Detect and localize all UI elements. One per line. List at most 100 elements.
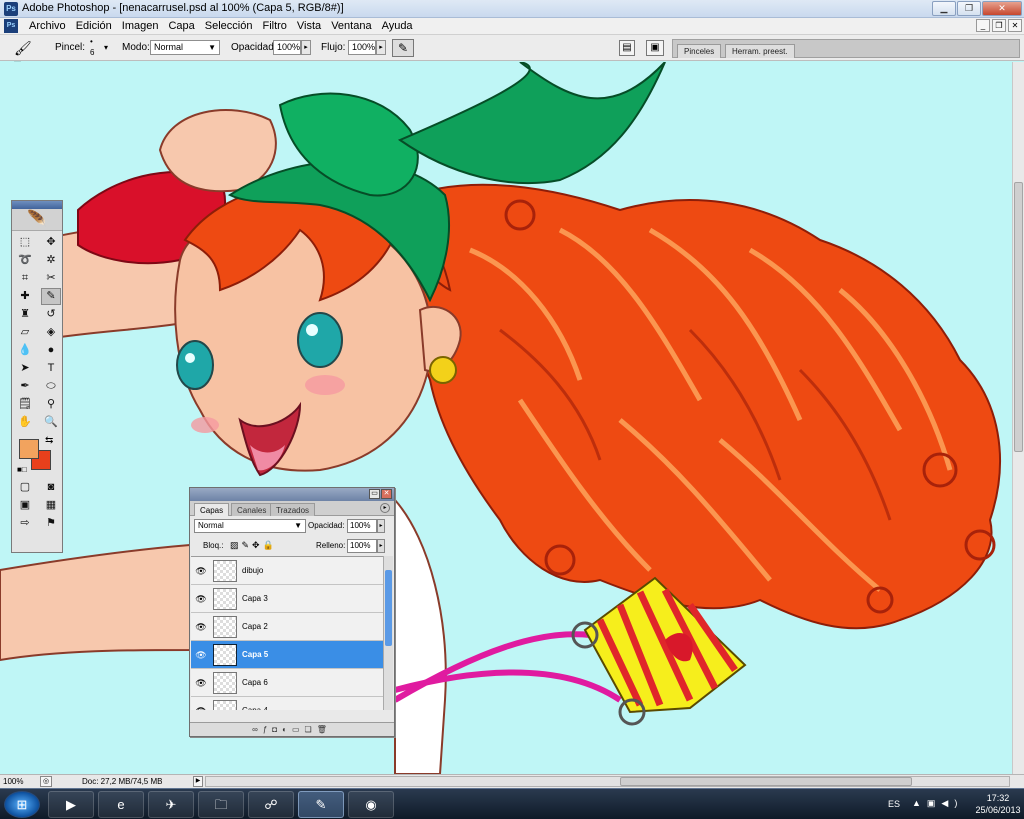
language-indicator[interactable]: ES — [888, 799, 900, 809]
menu-vista[interactable]: Vista — [292, 19, 326, 33]
opacity-field[interactable]: 100% — [273, 40, 301, 55]
layer-list-scroll-thumb[interactable] — [385, 570, 392, 646]
swap-colors-icon[interactable]: ⇆ — [45, 435, 53, 446]
tab-herram-preest[interactable]: Herram. preest. — [725, 44, 795, 58]
panel-menu-icon[interactable]: ▸ — [380, 503, 390, 513]
brush-tool-icon[interactable]: ✎ — [41, 288, 61, 305]
horizontal-scrollbar[interactable] — [205, 776, 1010, 787]
vertical-scrollbar[interactable] — [1012, 62, 1024, 774]
clock-time[interactable]: 17:32 — [978, 793, 1018, 803]
airbrush-icon[interactable]: ✎ — [392, 39, 414, 57]
standard-mode-icon[interactable]: ▢ — [15, 479, 35, 496]
layer-row[interactable]: 👁 dibujo — [191, 557, 383, 585]
doc-restore-button[interactable]: ❐ — [992, 19, 1006, 32]
layer-row[interactable]: 👁 Capa 4 — [191, 697, 383, 710]
network-icon[interactable]: ☍ — [248, 791, 294, 818]
menu-capa[interactable]: Capa — [163, 19, 199, 33]
menu-imagen[interactable]: Imagen — [117, 19, 164, 33]
menu-filtro[interactable]: Filtro — [257, 19, 291, 33]
visibility-eye-icon[interactable]: 👁 — [194, 677, 208, 689]
visibility-eye-icon[interactable]: 👁 — [194, 565, 208, 577]
photoshop-icon[interactable]: ✎ — [298, 791, 344, 818]
eraser-tool-icon[interactable]: ▱ — [15, 324, 35, 341]
blur-tool-icon[interactable]: 💧 — [15, 342, 35, 359]
menu-ventana[interactable]: Ventana — [326, 19, 376, 33]
dodge-tool-icon[interactable]: ● — [41, 342, 61, 359]
maximize-button[interactable]: ❐ — [957, 1, 981, 16]
visibility-eye-icon[interactable]: 👁 — [194, 705, 208, 710]
fill-slider-button[interactable]: ▸ — [377, 539, 385, 553]
close-button[interactable]: ✕ — [982, 1, 1022, 16]
visibility-eye-icon[interactable]: 👁 — [194, 593, 208, 605]
toolbox-header[interactable] — [12, 201, 62, 209]
eyedropper-tool-icon[interactable]: ⚲ — [41, 396, 61, 413]
photoshop-small-icon[interactable]: Ps — [4, 19, 18, 33]
tab-trazados[interactable]: Trazados — [270, 503, 316, 516]
tab-capas[interactable]: Capas — [194, 503, 230, 516]
internet-explorer-icon[interactable]: e — [98, 791, 144, 818]
blend-mode-select[interactable]: Normal ▼ — [194, 519, 306, 533]
horizontal-scroll-thumb[interactable] — [620, 777, 912, 786]
tool-palette-icon[interactable]: ▤ — [619, 40, 635, 56]
palette-toggle-icon[interactable]: ▣ — [646, 40, 664, 56]
lasso-tool-icon[interactable]: ➰ — [15, 252, 35, 269]
layer-row[interactable]: 👁 Capa 2 — [191, 613, 383, 641]
healing-brush-tool-icon[interactable]: ✚ — [15, 288, 35, 305]
tab-pinceles[interactable]: Pinceles — [677, 44, 722, 58]
paint-bucket-tool-icon[interactable]: ◈ — [41, 324, 61, 341]
doc-close-button[interactable]: ✕ — [1008, 19, 1022, 32]
brush-tool-preset-icon[interactable]: 🖌▾ — [14, 40, 38, 72]
lock-icons[interactable]: ▨✎✥🔒 — [230, 540, 277, 551]
clock-date[interactable]: 25/06/2013 — [972, 805, 1024, 815]
layers-panel-header[interactable]: ▭ ✕ — [190, 488, 394, 501]
mode-select[interactable]: Normal ▼ — [150, 40, 220, 55]
opacity-slider-button[interactable]: ▸ — [301, 40, 311, 55]
zoom-tool-icon[interactable]: 🔍 — [41, 414, 61, 431]
marquee-tool-icon[interactable]: ⬚ — [15, 234, 35, 251]
path-selection-tool-icon[interactable]: ➤ — [15, 360, 35, 377]
tab-canales[interactable]: Canales — [231, 503, 273, 516]
quick-mask-icon[interactable]: ◙ — [41, 479, 61, 496]
fill-field[interactable]: 100% — [347, 539, 377, 553]
chrome-icon[interactable]: ◉ — [348, 791, 394, 818]
visibility-eye-icon[interactable]: 👁 — [194, 621, 208, 633]
link-layers-icon[interactable]: ∞ — [252, 725, 263, 734]
screen-mode-standard-icon[interactable]: ▣ — [15, 497, 35, 514]
layer-mask-icon[interactable]: ◘ — [272, 725, 282, 734]
status-menu-arrow-icon[interactable]: ▶ — [193, 776, 203, 787]
layer-row[interactable]: 👁 Capa 6 — [191, 669, 383, 697]
utility-icon[interactable]: ✈ — [148, 791, 194, 818]
layer-row[interactable]: 👁 Capa 3 — [191, 585, 383, 613]
brush-picker-arrow-icon[interactable]: ▾ — [104, 43, 108, 52]
vertical-scroll-thumb[interactable] — [1014, 182, 1023, 452]
media-player-icon[interactable]: ▶ — [48, 791, 94, 818]
delete-layer-icon[interactable]: 🗑 — [317, 725, 332, 734]
layer-row[interactable]: 👁 Capa 5 — [191, 641, 383, 669]
menu-ayuda[interactable]: Ayuda — [377, 19, 418, 33]
tray-icons[interactable]: ▲▣◀) — [912, 798, 963, 809]
layer-list-scrollbar[interactable] — [383, 556, 393, 710]
flow-field[interactable]: 100% — [348, 40, 376, 55]
brush-size[interactable]: 6 — [90, 48, 94, 57]
visibility-eye-icon[interactable]: 👁 — [194, 649, 208, 661]
zoom-preview-icon[interactable]: ◎ — [40, 776, 52, 787]
imageready-icon[interactable]: ⚑ — [41, 515, 61, 532]
pen-tool-icon[interactable]: ✒ — [15, 378, 35, 395]
file-explorer-icon[interactable]: 🗀 — [198, 791, 244, 818]
jump-to-imageready-icon[interactable]: ⇨ — [15, 515, 35, 532]
layer-style-icon[interactable]: ƒ — [263, 725, 272, 734]
adjustment-layer-icon[interactable]: ◐ — [282, 725, 292, 734]
slice-tool-icon[interactable]: ✂ — [41, 270, 61, 287]
move-tool-icon[interactable]: ✥ — [41, 234, 61, 251]
layer-opacity-field[interactable]: 100% — [347, 519, 377, 533]
menu-archivo[interactable]: Archivo — [24, 19, 71, 33]
panel-close-button[interactable]: ✕ — [381, 489, 392, 499]
panel-minimize-button[interactable]: ▭ — [369, 489, 380, 499]
new-group-icon[interactable]: ▭ — [292, 725, 305, 734]
default-colors-icon[interactable]: ■□ — [17, 465, 27, 474]
magic-wand-tool-icon[interactable]: ✲ — [41, 252, 61, 269]
hand-tool-icon[interactable]: ✋ — [15, 414, 35, 431]
layer-opacity-slider-button[interactable]: ▸ — [377, 519, 385, 533]
minimize-button[interactable]: ▁ — [932, 1, 956, 16]
menu-seleccion[interactable]: Selección — [200, 19, 258, 33]
